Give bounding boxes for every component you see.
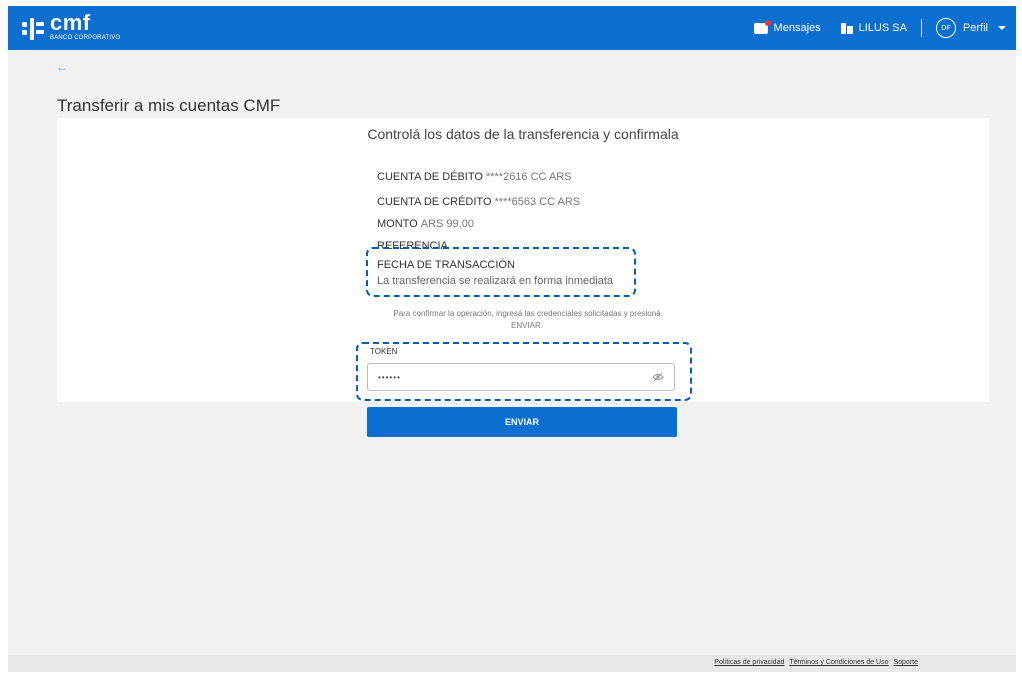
amount-value: ARS 99,00	[420, 218, 474, 230]
footer: Políticas de privacidad Términos y Condi…	[8, 655, 1016, 672]
messages-label: Mensajes	[773, 22, 821, 34]
header-divider	[920, 19, 922, 37]
profile-menu[interactable]: DF Perfil	[935, 18, 1006, 38]
logo-subtitle: BANCO CORPORATIVO	[50, 35, 121, 41]
token-field[interactable]: ••••••	[367, 363, 675, 391]
app-frame: cmf BANCO CORPORATIVO Mensajes LILUS SA …	[8, 6, 1016, 672]
amount-label: MONTO	[377, 218, 418, 230]
top-bar: cmf BANCO CORPORATIVO Mensajes LILUS SA …	[8, 6, 1016, 50]
back-arrow-icon[interactable]: ←	[56, 60, 68, 74]
debit-account-value: ****2616 CC ARS	[485, 171, 572, 183]
confirmation-instructions: Para confirmar la operación, ingresá las…	[393, 309, 661, 330]
chevron-down-icon	[998, 26, 1006, 30]
privacy-policy-link[interactable]: Políticas de privacidad	[714, 659, 784, 666]
page-title: Transferir a mis cuentas CMF	[57, 96, 281, 115]
cmf-logo-icon	[22, 18, 44, 40]
company-selector[interactable]: LILUS SA	[840, 22, 907, 34]
logo-name: cmf	[50, 10, 91, 35]
profile-label: Perfil	[962, 22, 988, 34]
credit-account-label: CUENTA DE CRÉDITO	[377, 196, 492, 208]
building-icon	[840, 22, 853, 34]
transaction-date-value: La transferencia se realizará en forma i…	[377, 275, 614, 287]
notification-dot	[764, 19, 771, 26]
avatar: DF	[935, 18, 956, 38]
reference-row: REFERENCIA	[377, 240, 451, 252]
reference-label: REFERENCIA	[377, 240, 448, 252]
transaction-date-label: FECHA DE TRANSACCIÓN	[377, 259, 515, 271]
debit-account-label: CUENTA DE DÉBITO	[377, 171, 483, 183]
company-label: LILUS SA	[858, 22, 907, 34]
header-actions: Mensajes LILUS SA DF Perfil	[753, 6, 1006, 50]
amount-row: MONTO ARS 99,00	[377, 218, 474, 230]
card-title: Controlá los datos de la transferencia y…	[367, 126, 679, 142]
credit-account-value: ****6563 CC ARS	[494, 196, 581, 208]
messages-button[interactable]: Mensajes	[753, 19, 821, 34]
token-value: ••••••	[378, 373, 401, 382]
confirmation-card: Controlá los datos de la transferencia y…	[57, 118, 989, 402]
debit-account-row: CUENTA DE DÉBITO ****2616 CC ARS	[377, 171, 572, 183]
terms-link[interactable]: Términos y Condiciones de Uso	[789, 659, 888, 666]
eye-off-icon[interactable]	[652, 372, 664, 382]
send-button[interactable]: ENVIAR	[367, 407, 677, 437]
credit-account-row: CUENTA DE CRÉDITO ****6563 CC ARS	[377, 196, 580, 208]
support-link[interactable]: Soporte	[893, 659, 918, 666]
envelope-icon	[753, 19, 771, 34]
token-label: TOKEN	[370, 347, 398, 356]
logo[interactable]: cmf BANCO CORPORATIVO	[22, 12, 120, 41]
